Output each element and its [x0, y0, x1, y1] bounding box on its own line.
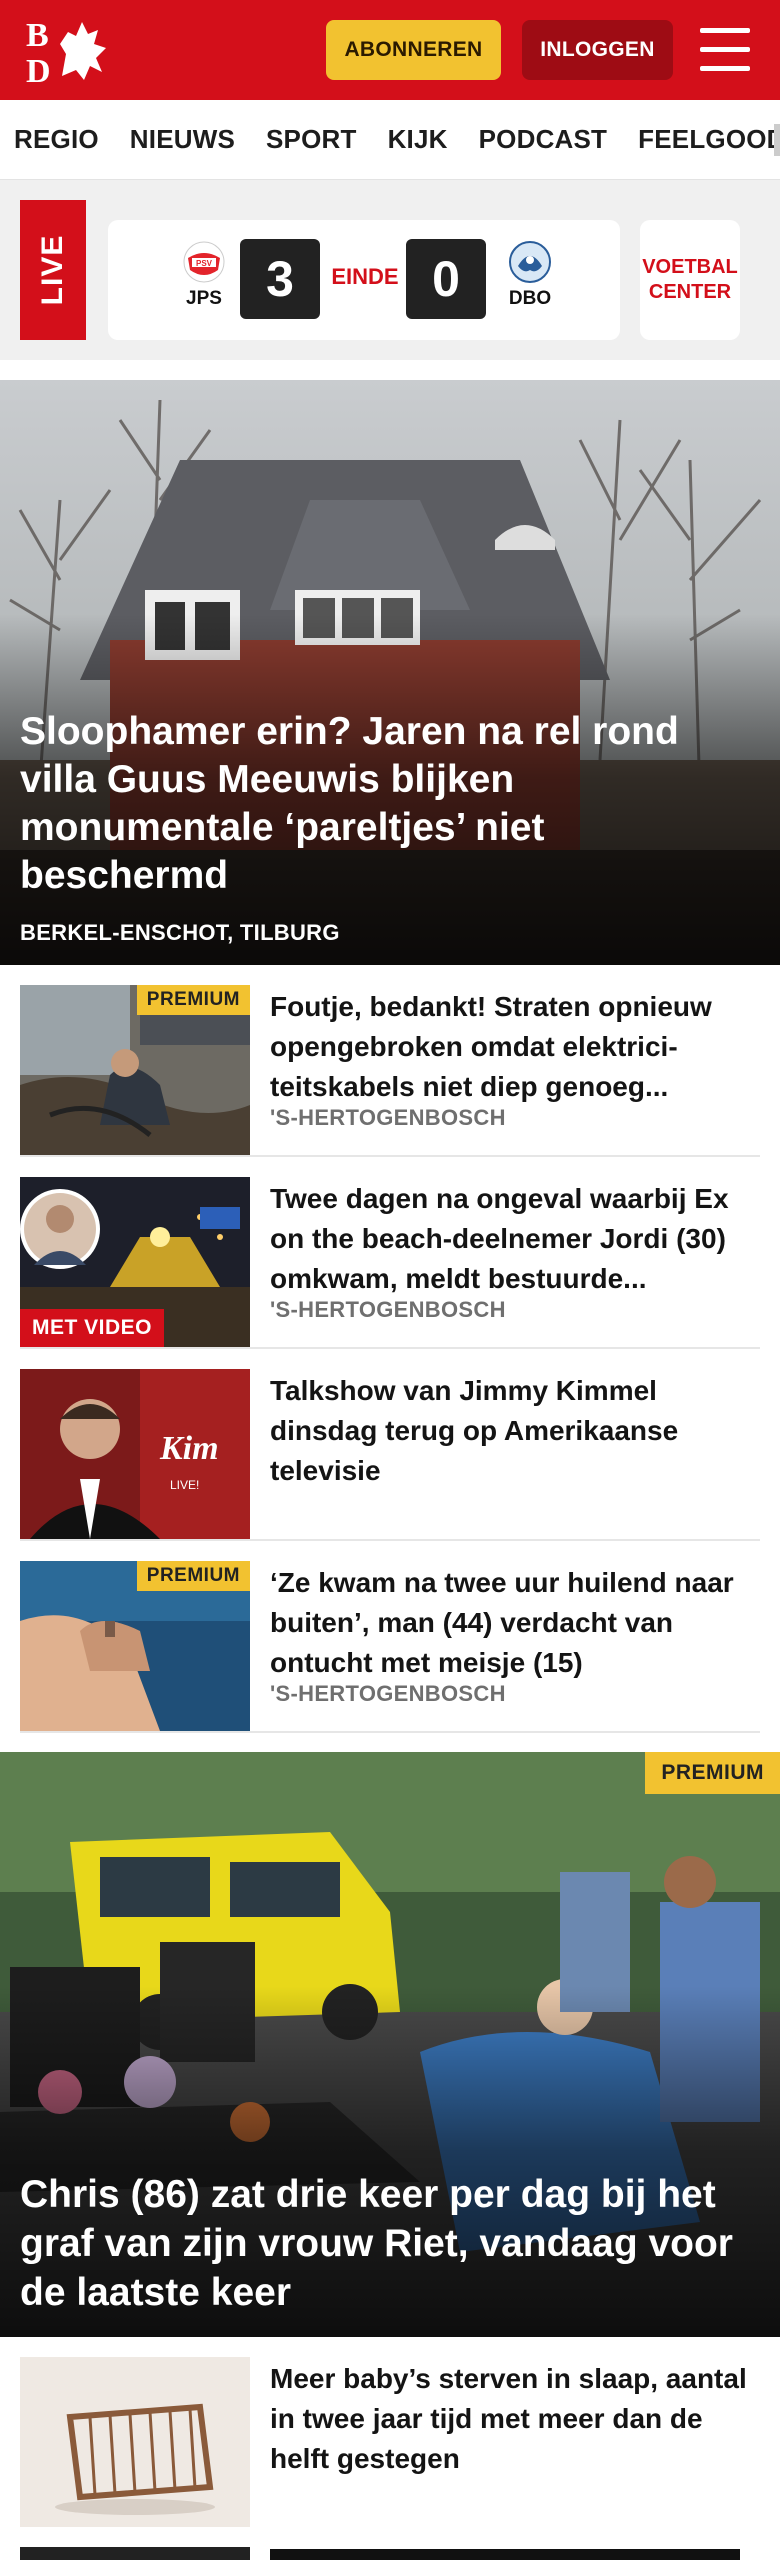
- hero-headline[interactable]: Sloophamer erin? Jaren na rel rond villa…: [20, 708, 740, 900]
- feature-article[interactable]: PREMIUM Chris (86) zat drie keer per dag…: [0, 1752, 780, 2337]
- svg-text:Kim: Kim: [159, 1430, 219, 1467]
- article-location: 'S-HERTOGENBOSCH: [270, 1105, 506, 1130]
- article-thumbnail: PREMIUM: [20, 1561, 250, 1731]
- match-status: EINDE: [331, 264, 399, 289]
- voetbal-center-label-1: VOETBAL: [642, 256, 738, 278]
- video-badge: MET VIDEO: [20, 1309, 165, 1347]
- nav-item-feelgood[interactable]: FEELGOOD: [638, 124, 780, 155]
- article-card[interactable]: PREMIUM Foutje, bedankt! Straten opnieuw…: [20, 965, 760, 1157]
- article-title[interactable]: Meer baby’s sterven in slaap, aantal in …: [270, 2359, 760, 2479]
- home-score: 3: [240, 239, 320, 319]
- nav-item-sport[interactable]: SPORT: [266, 124, 357, 155]
- live-badge: LIVE: [20, 200, 86, 340]
- svg-text:B: B: [26, 17, 49, 54]
- article-title[interactable]: Talkshow van Jimmy Kimmel dinsdag terug …: [270, 1371, 760, 1491]
- away-team: DBO: [490, 240, 570, 310]
- svg-text:LIVE!: LIVE!: [170, 1478, 199, 1492]
- svg-text:PSV: PSV: [196, 259, 213, 268]
- nav-item-nieuws[interactable]: NIEUWS: [130, 124, 235, 155]
- article-card[interactable]: PREMIUM ‘Ze kwam na twee uur huilend naa…: [20, 1541, 760, 1733]
- premium-badge: PREMIUM: [136, 1561, 250, 1591]
- live-score-strip: LIVE PSV JPS 3 EINDE 0 DBO VOETBAL CENTE…: [0, 180, 780, 360]
- article-thumbnail: MET VIDEO: [20, 1177, 250, 1347]
- article-title[interactable]: Foutje, bedankt! Straten opnieuw opengeb…: [270, 987, 760, 1107]
- article-location: 'S-HERTOGENBOSCH: [270, 1681, 506, 1706]
- away-team-name: DBO: [508, 288, 552, 309]
- article-card[interactable]: Kim LIVE! Talkshow van Jimmy Kimmel dins…: [20, 1349, 760, 1541]
- psv-club-icon: PSV: [182, 240, 226, 284]
- voetbal-center-link[interactable]: VOETBAL CENTER: [640, 220, 740, 340]
- article-title[interactable]: Twee dagen na ongeval waarbij Ex on the …: [270, 1179, 760, 1299]
- match-score-card[interactable]: PSV JPS 3 EINDE 0 DBO: [108, 220, 620, 340]
- nav-item-regio[interactable]: REGIO: [14, 124, 99, 155]
- article-title[interactable]: ‘Ze kwam na twee uur huilend naar buiten…: [270, 1563, 760, 1683]
- away-score: 0: [406, 239, 486, 319]
- article-location: 'S-HERTOGENBOSCH: [270, 1297, 506, 1322]
- article-thumbnail: Kim LIVE!: [20, 1369, 250, 1539]
- hamburger-menu-icon[interactable]: [700, 28, 750, 72]
- article-thumbnail: [20, 2357, 250, 2527]
- home-team: PSV JPS: [164, 240, 244, 310]
- feature-headline[interactable]: Chris (86) zat drie keer per dag bij het…: [20, 2170, 760, 2317]
- hero-location: BERKEL-ENSCHOT, TILBURG: [20, 920, 340, 945]
- hero-article[interactable]: Sloophamer erin? Jaren na rel rond villa…: [0, 380, 780, 965]
- nav-overflow-hint: [774, 124, 780, 156]
- subscribe-button[interactable]: ABONNEREN: [326, 20, 501, 80]
- nav-item-kijk[interactable]: KIJK: [388, 124, 448, 155]
- den-bosch-club-icon: [508, 240, 552, 284]
- login-button[interactable]: INLOGGEN: [522, 20, 673, 80]
- voetbal-center-label-2: CENTER: [648, 281, 732, 303]
- svg-text:D: D: [26, 53, 51, 86]
- bd-logo[interactable]: B D: [26, 14, 116, 90]
- site-header: B D ABONNEREN INLOGGEN: [0, 0, 780, 100]
- article-card[interactable]: MET VIDEO Twee dagen na ongeval waarbij …: [20, 1157, 760, 1349]
- article-card[interactable]: Meer baby’s sterven in slaap, aantal in …: [20, 2337, 760, 2547]
- next-article-peek: [20, 2547, 760, 2560]
- main-navigation: REGIO NIEUWS SPORT KIJK PODCAST FEELGOOD: [0, 100, 780, 180]
- home-team-name: JPS: [186, 288, 222, 309]
- premium-badge: PREMIUM: [645, 1752, 780, 1794]
- article-thumbnail: PREMIUM: [20, 985, 250, 1155]
- premium-badge: PREMIUM: [136, 985, 250, 1015]
- nav-item-podcast[interactable]: PODCAST: [479, 124, 608, 155]
